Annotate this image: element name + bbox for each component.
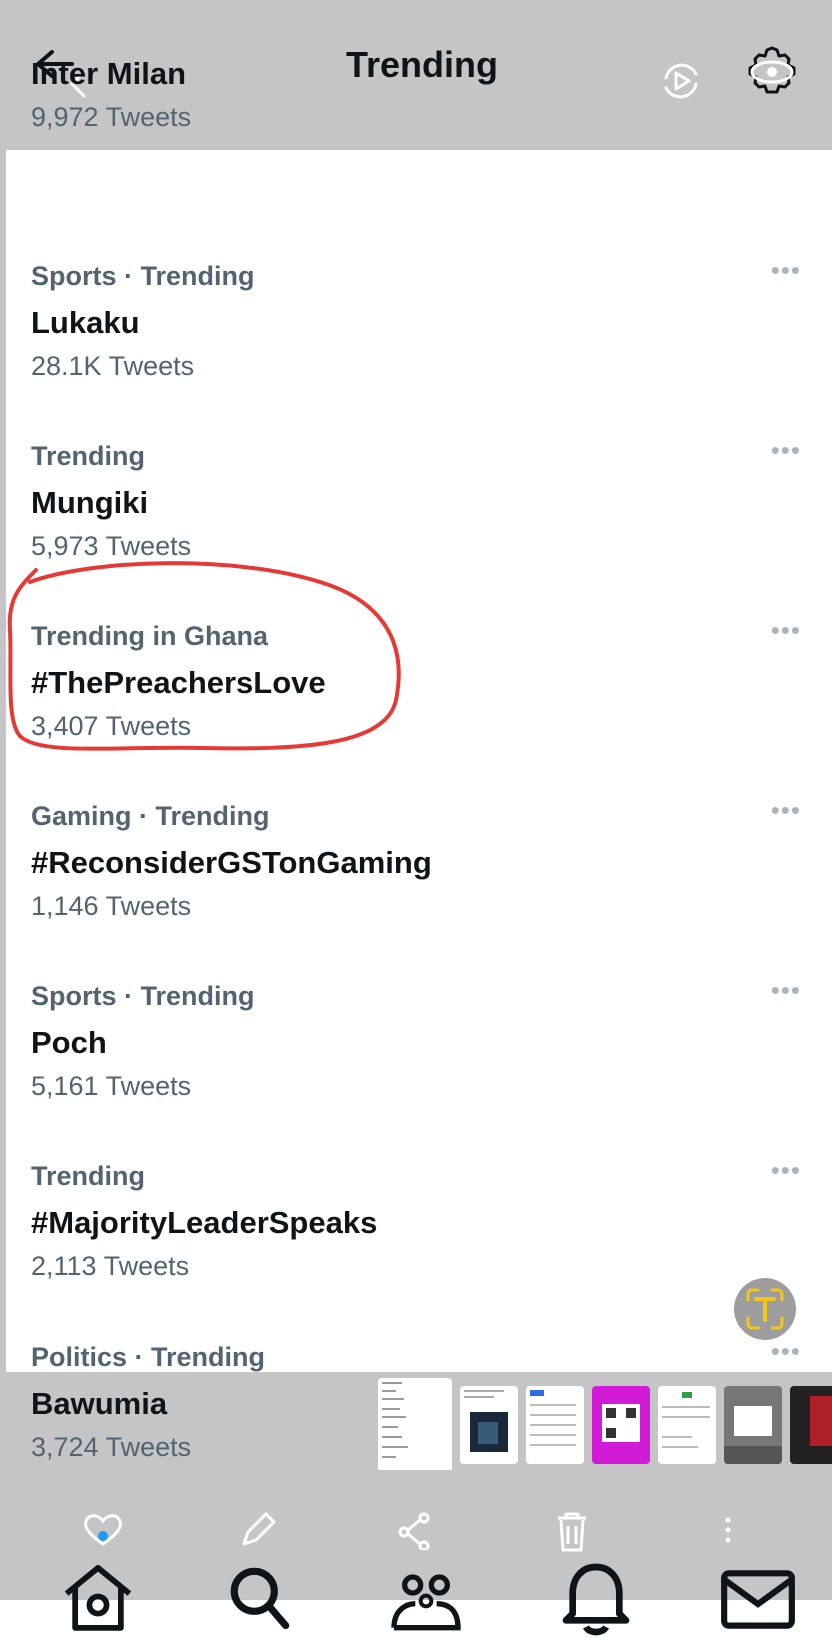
- more-options-icon[interactable]: •••: [771, 1338, 801, 1364]
- left-edge: [0, 0, 6, 1600]
- trend-count: 5,973 Tweets: [31, 531, 192, 561]
- more-options-icon[interactable]: •••: [771, 1157, 801, 1183]
- trend-category: Sports · Trending: [31, 261, 255, 291]
- trend-count: 28.1K Tweets: [31, 351, 195, 381]
- screenshot-thumbnail[interactable]: [526, 1386, 584, 1464]
- trend-count: 2,113 Tweets: [31, 1251, 190, 1281]
- communities-icon[interactable]: [386, 1556, 466, 1646]
- trend-category: Gaming · Trending: [31, 801, 270, 831]
- annotation-circle: [7, 561, 401, 751]
- trend-category: Trending: [31, 1161, 145, 1191]
- screenshot-thumbnail[interactable]: [658, 1386, 716, 1464]
- notifications-icon[interactable]: [556, 1552, 636, 1642]
- trend-count: 3,724 Tweets: [31, 1432, 192, 1462]
- screenshot-thumbnail[interactable]: [790, 1386, 832, 1464]
- home-icon[interactable]: [58, 1550, 138, 1640]
- trend-name: Mungiki: [31, 485, 149, 520]
- bottom-navigation: [0, 1510, 832, 1636]
- screen-record-icon[interactable]: [658, 58, 704, 104]
- screenshot-thumbnail[interactable]: [592, 1386, 650, 1464]
- text-scan-icon: [746, 1288, 784, 1330]
- trend-count: 5,161 Tweets: [31, 1071, 192, 1101]
- trend-count: 1,146 Tweets: [31, 891, 192, 921]
- trend-category: Trending: [31, 441, 145, 471]
- more-options-icon[interactable]: •••: [771, 617, 801, 643]
- trend-name: Poch: [31, 1025, 107, 1060]
- trend-category: Sports · Trending: [31, 981, 255, 1011]
- trend-name: #MajorityLeaderSpeaks: [31, 1205, 378, 1240]
- trend-category: Politics · Trending: [31, 1342, 266, 1372]
- trend-name: Bawumia: [31, 1386, 168, 1421]
- screenshot-thumbnail[interactable]: [460, 1386, 518, 1464]
- trend-name: #ReconsiderGSTonGaming: [31, 845, 432, 880]
- more-options-icon[interactable]: •••: [771, 977, 801, 1003]
- recent-screenshots-strip[interactable]: [378, 1378, 832, 1470]
- screenshot-thumbnail[interactable]: [724, 1386, 782, 1464]
- trend-name: Inter Milan: [31, 56, 187, 91]
- search-icon[interactable]: [220, 1552, 300, 1642]
- settings-eye-icon[interactable]: [744, 42, 800, 98]
- more-options-icon[interactable]: •••: [771, 437, 801, 463]
- more-options-icon[interactable]: •••: [771, 797, 801, 823]
- trend-count: 9,972 Tweets: [31, 102, 192, 132]
- trend-name: Lukaku: [31, 305, 140, 340]
- text-recognition-button[interactable]: [734, 1278, 796, 1340]
- messages-icon[interactable]: [718, 1556, 798, 1646]
- screenshot-thumbnail[interactable]: [378, 1378, 452, 1470]
- more-options-icon[interactable]: •••: [771, 257, 801, 283]
